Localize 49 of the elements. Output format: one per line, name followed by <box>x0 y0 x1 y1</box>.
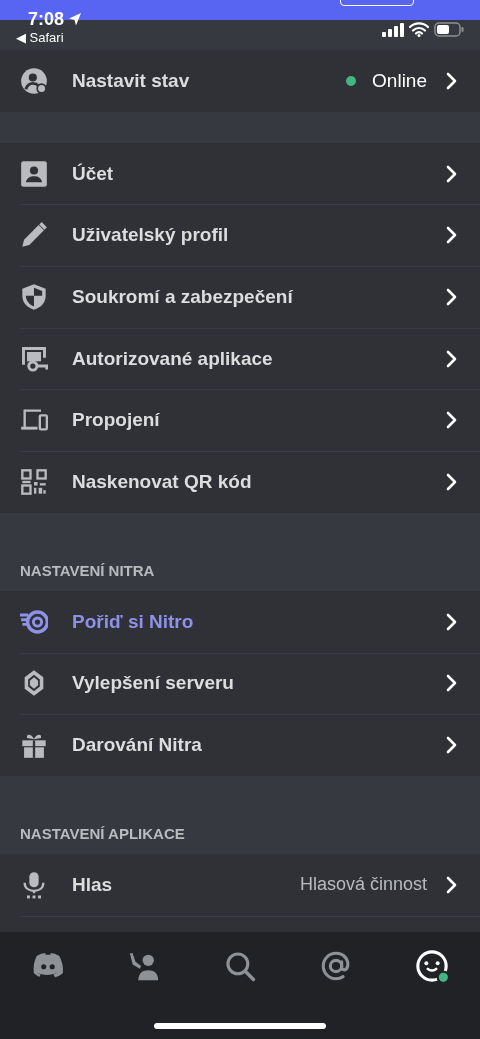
settings-row[interactable]: Uživatelský profil <box>0 204 480 267</box>
settings-row[interactable]: Naskenovat QR kód <box>0 451 480 513</box>
settings-row[interactable]: Soukromí a zabezpečení <box>0 266 480 328</box>
chevron-right-icon <box>445 736 458 755</box>
chevron-right-icon <box>445 287 458 306</box>
pencil-icon <box>20 221 48 250</box>
chevron-right-icon <box>445 71 458 90</box>
row-label: Autorizované aplikace <box>72 347 274 370</box>
row-label: Hlas <box>72 873 114 896</box>
wifi-icon <box>409 22 429 37</box>
status-text: Online <box>372 69 427 92</box>
shield-icon <box>20 282 48 311</box>
settings-row[interactable]: Pořiď si Nitro <box>0 590 480 653</box>
chevron-right-icon <box>445 226 458 245</box>
settings-row[interactable]: Darování Nitra <box>0 714 480 776</box>
smiley-avatar-icon <box>415 948 449 983</box>
row-value: Hlasová činnost <box>299 874 427 896</box>
settings-row[interactable]: Účet <box>0 142 480 205</box>
chevron-right-icon <box>445 349 458 368</box>
location-arrow-icon <box>68 12 83 26</box>
account-icon <box>20 159 48 188</box>
chevron-right-icon <box>445 674 458 693</box>
row-label: Nastavit stav <box>72 69 191 92</box>
settings-row[interactable]: Vylepšení serveru <box>0 652 480 715</box>
qr-code-icon <box>20 467 48 496</box>
row-label: Uživatelský profil <box>72 224 230 247</box>
chevron-right-icon <box>445 612 458 631</box>
section-header: NASTAVENÍ NITRA <box>19 560 156 581</box>
nitro-icon <box>20 607 48 636</box>
row-label: Naskenovat QR kód <box>72 470 253 493</box>
back-link[interactable]: ◀ Safari <box>16 30 83 46</box>
chevron-right-icon <box>445 411 458 430</box>
battery-icon <box>434 22 464 37</box>
settings-row[interactable]: Propojení <box>0 389 480 452</box>
chevron-right-icon <box>445 875 458 894</box>
monitor-key-icon <box>20 344 48 373</box>
chevron-right-icon <box>445 472 458 491</box>
status-icon <box>20 66 48 95</box>
row-label: Darování Nitra <box>72 734 203 757</box>
signal-icon <box>382 22 404 37</box>
row-label: Vylepšení serveru <box>72 672 235 695</box>
row-label: Účet <box>72 162 115 185</box>
settings-row[interactable]: Autorizované aplikace <box>0 327 480 390</box>
section-header: NASTAVENÍ APLIKACE <box>19 823 186 844</box>
settings-row[interactable]: Nastavit stav Online <box>0 50 480 112</box>
row-label: Soukromí a zabezpečení <box>72 285 294 308</box>
row-label: Propojení <box>72 409 161 432</box>
chevron-right-icon <box>445 164 458 183</box>
row-label: Pořiď si Nitro <box>72 610 195 633</box>
